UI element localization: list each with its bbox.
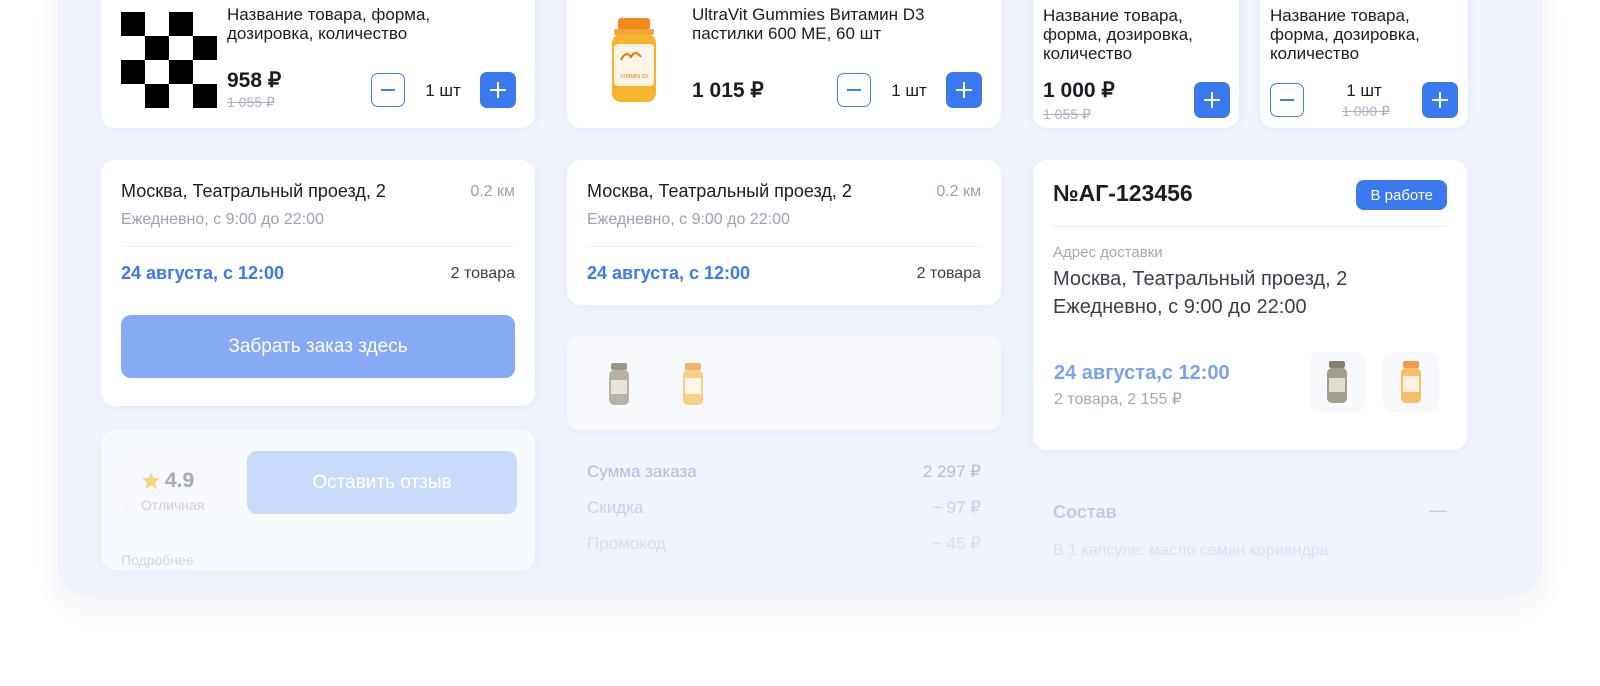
- minus-icon: [1280, 99, 1294, 101]
- product-qty: 1 шт: [891, 81, 927, 100]
- delivery-address: Москва, Театральный проезд, 2: [1053, 268, 1348, 290]
- star-icon: [142, 472, 160, 489]
- divider: [587, 246, 981, 247]
- composition-text: В 1 капсуле: масло семян кориандра: [1053, 542, 1329, 559]
- leave-review-button[interactable]: Оставить отзыв: [247, 451, 517, 514]
- order-number: №АГ-123456: [1053, 180, 1193, 206]
- item-thumbnail-2[interactable]: [665, 354, 721, 414]
- vitamin-jar-image: [683, 363, 703, 405]
- product-card-3[interactable]: Название товара, форма, дозировка, колич…: [1033, 0, 1239, 128]
- product-name[interactable]: Название товара, форма, дозировка, колич…: [1043, 6, 1223, 63]
- product-old-price: 1 000 ₽: [1342, 103, 1390, 119]
- decrease-qty-button[interactable]: [837, 73, 871, 107]
- catalog-board: Название товара, форма, дозировка, колич…: [58, 0, 1542, 596]
- product-name[interactable]: Название товара, форма, дозировка, колич…: [227, 5, 467, 43]
- decrease-qty-button[interactable]: [1270, 83, 1304, 117]
- minus-icon: [381, 89, 395, 91]
- item-thumbnail-1[interactable]: [591, 354, 647, 414]
- pickup-distance: 0.2 км: [936, 183, 981, 200]
- divider: [1053, 226, 1447, 227]
- order-summary: Сумма заказа 2 297 ₽ Скидка − 97 ₽ Промо…: [567, 450, 1001, 590]
- pickup-date: 24 августа, с 12:00: [587, 263, 751, 283]
- product-old-price: 1 055 ₽: [1043, 106, 1091, 122]
- order-items-summary: 2 товара, 2 155 ₽: [1054, 391, 1182, 408]
- summary-label: Сумма заказа: [587, 462, 697, 481]
- product-name[interactable]: UltraVit Gummies Витамин D3 пастилки 600…: [692, 5, 942, 43]
- jar-label: VITAMIN D3: [620, 74, 648, 80]
- increase-qty-button[interactable]: [946, 72, 982, 108]
- minus-icon: [847, 89, 861, 91]
- product-price: 1 000 ₽: [1043, 79, 1115, 102]
- composition-section: Состав — В 1 капсуле: масло семян кориан…: [1033, 480, 1467, 596]
- delivery-address-label: Адрес доставки: [1053, 244, 1163, 261]
- supplement-bottle-image: [609, 363, 629, 405]
- product-image-placeholder-icon: [121, 12, 217, 108]
- pickup-here-button[interactable]: Забрать заказ здесь: [121, 315, 515, 378]
- product-old-price: 1 055 ₽: [227, 94, 275, 110]
- order-item-thumbnail-1[interactable]: [1309, 352, 1365, 412]
- pickup-point-card-1[interactable]: Москва, Театральный проезд, 2 0.2 км Еже…: [101, 160, 535, 406]
- order-items-card: [567, 336, 1001, 430]
- order-item-thumbnail-2[interactable]: [1383, 352, 1439, 412]
- order-date: 24 августа,с 12:00: [1054, 362, 1230, 384]
- pickup-items-count: 2 товара: [450, 265, 515, 282]
- pickup-distance: 0.2 км: [470, 183, 515, 200]
- supplement-bottle-image: [1327, 361, 1347, 403]
- plus-icon: [1432, 92, 1448, 108]
- product-card-1[interactable]: Название товара, форма, дозировка, колич…: [101, 0, 535, 128]
- product-price: 958 ₽: [227, 69, 282, 92]
- summary-label: Промокод: [587, 534, 666, 553]
- composition-title[interactable]: Состав: [1053, 502, 1117, 523]
- plus-icon: [956, 82, 972, 98]
- product-card-4[interactable]: Название товара, форма, дозировка, колич…: [1260, 0, 1468, 128]
- product-name[interactable]: Название товара, форма, дозировка, колич…: [1270, 6, 1450, 63]
- product-qty: 1 шт: [1346, 81, 1382, 100]
- delivery-hours: Ежедневно, с 9:00 до 22:00: [1053, 296, 1307, 318]
- rating-box: 4.9 Отличная: [121, 450, 233, 514]
- rating-value: 4.9: [165, 469, 195, 492]
- product-qty: 1 шт: [425, 81, 461, 100]
- summary-value: − 45 ₽: [931, 534, 981, 553]
- pickup-hours: Ежедневно, с 9:00 до 22:00: [121, 211, 324, 228]
- decrease-qty-button[interactable]: [371, 73, 405, 107]
- pickup-items-count: 2 товара: [916, 265, 981, 282]
- pickup-address: Москва, Театральный проезд, 2: [121, 181, 386, 201]
- pickup-point-card-2[interactable]: Москва, Театральный проезд, 2 0.2 км Еже…: [567, 160, 1001, 305]
- review-more-link[interactable]: Подробнее: [121, 552, 194, 568]
- review-card: 4.9 Отличная Оставить отзыв Подробнее: [101, 430, 535, 570]
- product-card-2[interactable]: VITAMIN D3 UltraVit Gummies Витамин D3 п…: [567, 0, 1001, 128]
- pickup-hours: Ежедневно, с 9:00 до 22:00: [587, 211, 790, 228]
- order-status-badge: В работе: [1356, 180, 1447, 210]
- order-card[interactable]: №АГ-123456 В работе Адрес доставки Москв…: [1033, 160, 1467, 450]
- pickup-address: Москва, Театральный проезд, 2: [587, 181, 852, 201]
- increase-qty-button[interactable]: [1422, 82, 1458, 118]
- composition-toggle-icon[interactable]: —: [1429, 500, 1447, 521]
- summary-value: − 97 ₽: [931, 498, 981, 517]
- vitamin-jar-image: [1401, 361, 1421, 403]
- increase-qty-button[interactable]: [480, 72, 516, 108]
- product-price: 1 015 ₽: [692, 79, 764, 102]
- plus-icon: [1204, 92, 1220, 108]
- pickup-date: 24 августа, с 12:00: [121, 263, 285, 283]
- summary-value: 2 297 ₽: [922, 462, 981, 481]
- rating-caption: Отличная: [141, 497, 205, 513]
- plus-icon: [490, 82, 506, 98]
- add-to-cart-button[interactable]: [1194, 82, 1230, 118]
- divider: [121, 246, 515, 247]
- summary-label: Скидка: [587, 498, 644, 517]
- vitamin-jar-image: VITAMIN D3: [612, 18, 656, 102]
